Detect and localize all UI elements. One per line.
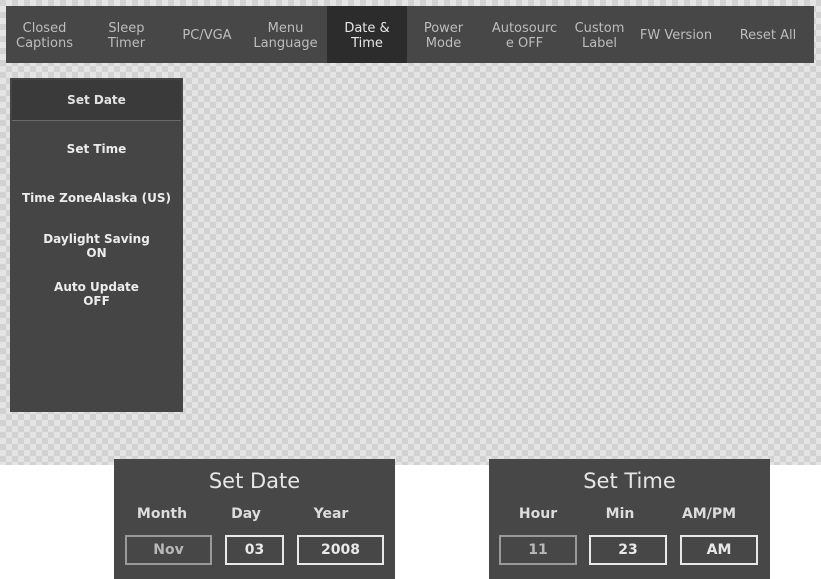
submenu-item-set-date[interactable]: Set Date (12, 80, 181, 121)
set-date-title: Set Date (208, 469, 301, 493)
tab-reset-all[interactable]: Reset All (722, 6, 814, 63)
year-label: Year (313, 506, 349, 522)
submenu-item-daylight-saving[interactable]: Daylight Saving ON (10, 232, 183, 260)
minute-field[interactable]: 23 (589, 535, 667, 565)
tab-menu-language[interactable]: Menu Language (244, 6, 327, 63)
month-label: Month (136, 506, 188, 522)
top-menu-bar: Closed Captions Sleep Timer PC/VGA Menu … (6, 6, 814, 63)
ampm-label: AM/PM (681, 506, 737, 522)
tab-sleep-timer[interactable]: Sleep Timer (83, 6, 170, 63)
date-time-submenu: Set Date Set Time Time ZoneAlaska (US) D… (10, 78, 183, 412)
hour-field[interactable]: 11 (499, 535, 577, 565)
set-time-title: Set Time (583, 469, 676, 493)
year-field[interactable]: 2008 (297, 535, 384, 565)
month-field[interactable]: Nov (125, 535, 212, 565)
tab-pc-vga[interactable]: PC/VGA (170, 6, 244, 63)
submenu-item-set-time[interactable]: Set Time (10, 142, 183, 156)
set-time-panel: Set Time Hour Min AM/PM 11 23 AM (489, 459, 770, 579)
tab-custom-label[interactable]: Custom Label (569, 6, 630, 63)
set-date-panel: Set Date Month Day Year Nov 03 2008 (114, 459, 395, 579)
min-label: Min (605, 506, 635, 522)
tab-fw-version[interactable]: FW Version (630, 6, 722, 63)
day-label: Day (231, 506, 261, 522)
hour-label: Hour (518, 506, 558, 522)
tab-autosource[interactable]: Autosourc e OFF (480, 6, 569, 63)
tab-power-mode[interactable]: Power Mode (407, 6, 480, 63)
submenu-item-auto-update[interactable]: Auto Update OFF (10, 280, 183, 308)
day-field[interactable]: 03 (225, 535, 284, 565)
submenu-item-time-zone[interactable]: Time ZoneAlaska (US) (10, 191, 183, 205)
ampm-field[interactable]: AM (680, 535, 758, 565)
tab-date-time[interactable]: Date & Time (327, 6, 407, 63)
tab-closed-captions[interactable]: Closed Captions (6, 6, 83, 63)
